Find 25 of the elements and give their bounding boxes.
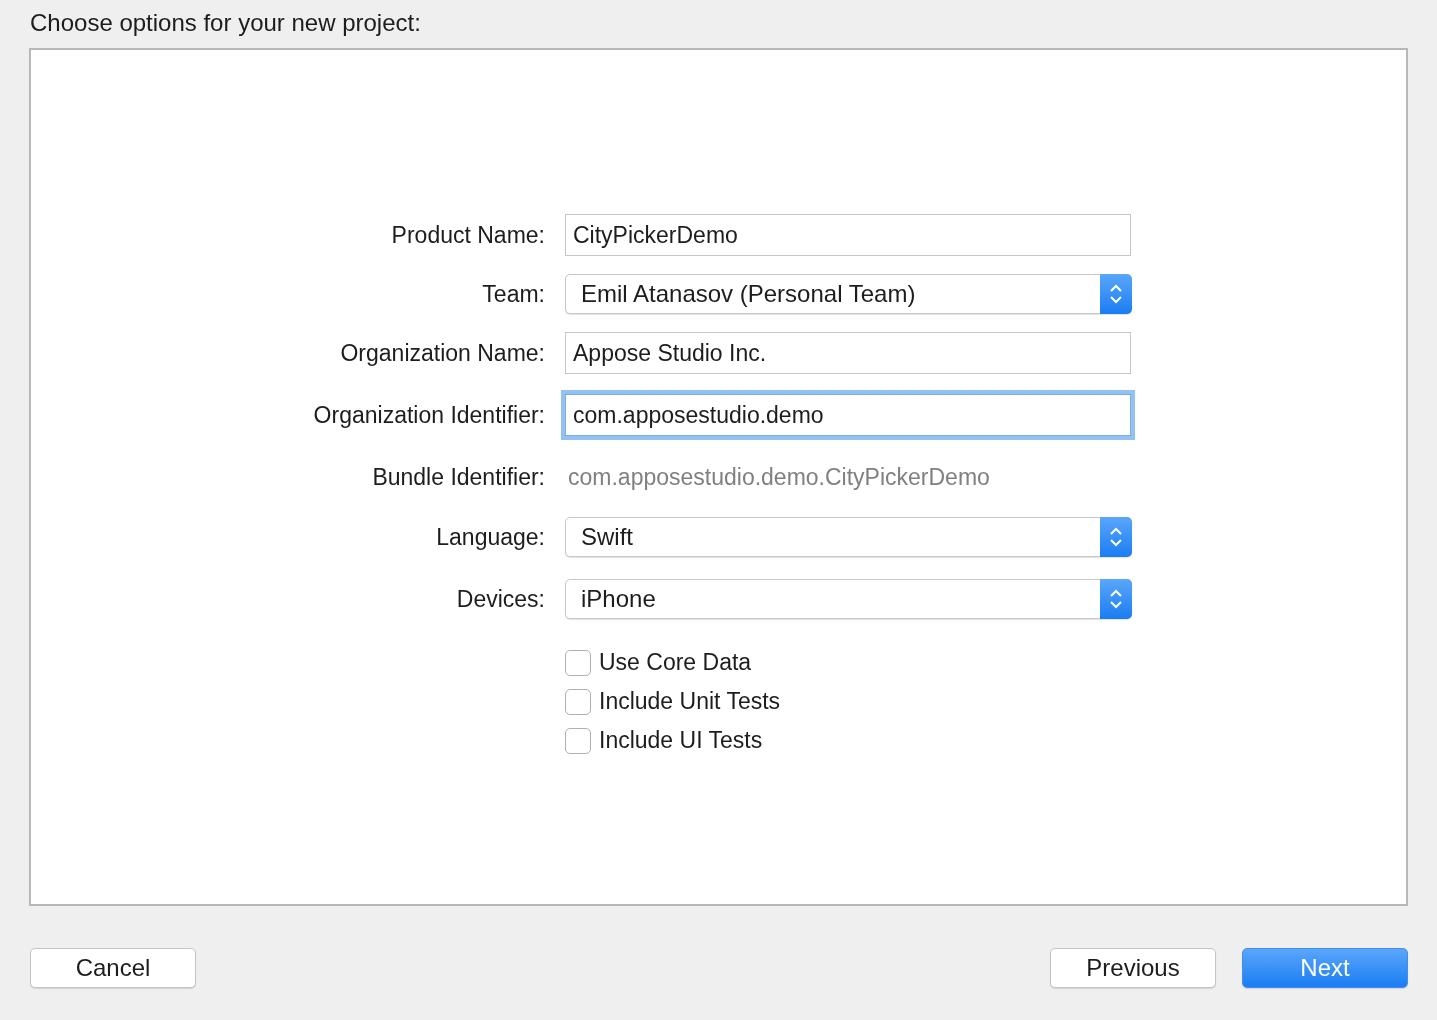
checkbox[interactable] <box>565 649 591 676</box>
field-label: Language: <box>436 523 545 551</box>
checkbox[interactable] <box>565 727 591 754</box>
bundle-identifier-value: com.apposestudio.demo.CityPickerDemo <box>567 463 991 492</box>
field-label: Product Name: <box>391 221 545 249</box>
field-label: Bundle Identifier: <box>372 464 545 491</box>
popup-arrows-icon <box>1100 274 1132 314</box>
field-label: Organization Identifier: <box>313 401 545 429</box>
popup-arrows-icon <box>1100 579 1132 619</box>
field-label: Team: <box>482 280 545 308</box>
checkbox[interactable] <box>565 688 591 715</box>
popup-menu[interactable]: Emil Atanasov (Personal Team) <box>565 274 1132 314</box>
dialog-button[interactable]: Previous <box>1050 948 1216 988</box>
checkbox-label[interactable]: Include UI Tests <box>599 727 763 754</box>
popup-menu[interactable]: iPhone <box>565 579 1132 619</box>
dialog-button[interactable]: Cancel <box>30 948 196 988</box>
checkbox-label[interactable]: Use Core Data <box>599 649 752 676</box>
field-label: Devices: <box>456 585 545 613</box>
text-field[interactable]: Appose Studio Inc. <box>565 332 1131 374</box>
dialog-title: Choose options for your new project: <box>29 8 422 38</box>
checkbox-label[interactable]: Include Unit Tests <box>599 688 781 715</box>
popup-menu[interactable]: Swift <box>565 517 1132 557</box>
text-field[interactable]: CityPickerDemo <box>565 214 1131 256</box>
field-label: Organization Name: <box>340 339 545 367</box>
popup-arrows-icon <box>1100 517 1132 557</box>
